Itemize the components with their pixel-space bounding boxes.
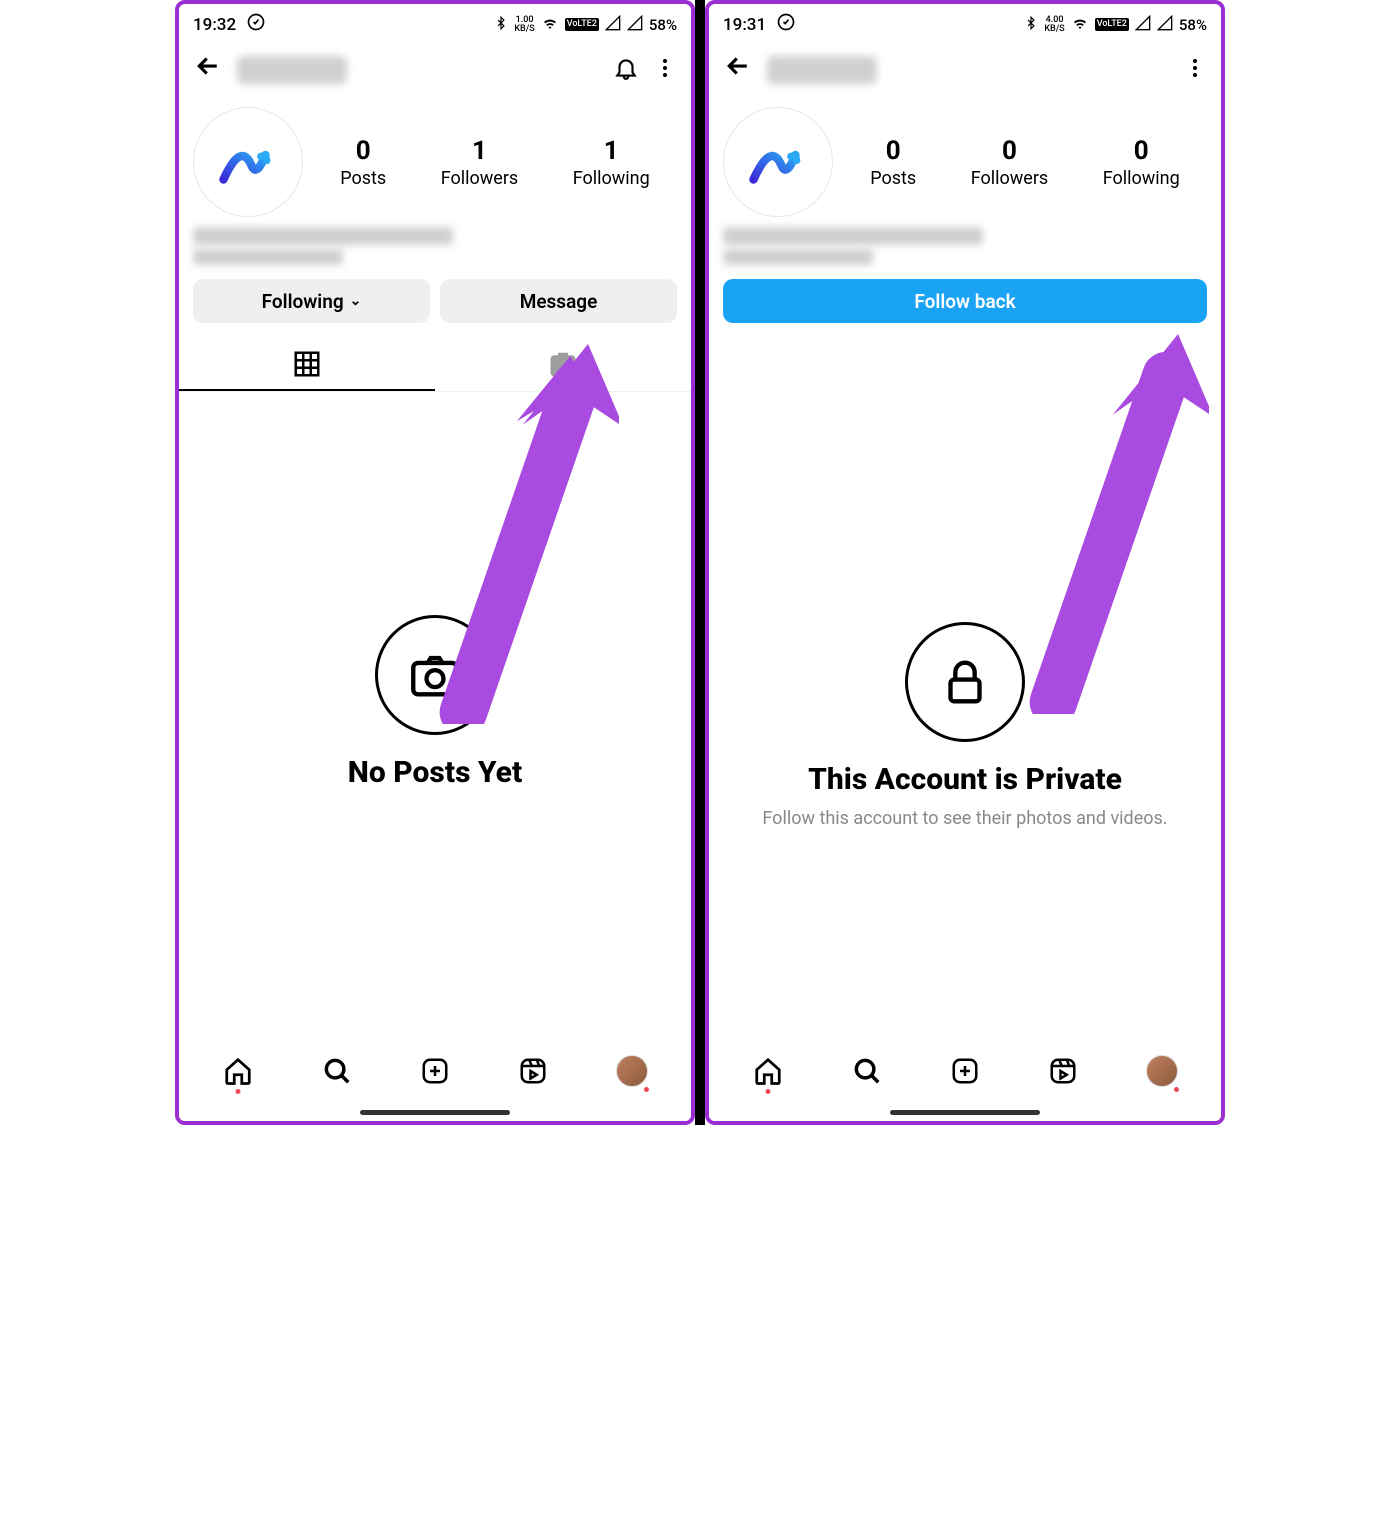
- bottom-nav: [179, 1039, 691, 1121]
- lte-badge: VoLTE2: [565, 18, 599, 31]
- camera-icon: [375, 615, 495, 735]
- bluetooth-icon: [494, 14, 508, 36]
- home-indicator[interactable]: [890, 1110, 1040, 1115]
- private-subtitle: Follow this account to see their photos …: [762, 805, 1167, 832]
- tab-tagged[interactable]: [435, 337, 691, 391]
- profile-info-row: 0 Posts 1 Followers 1 Following: [179, 95, 691, 221]
- private-title: This Account is Private: [808, 762, 1122, 797]
- stat-following[interactable]: 0 Following: [1103, 136, 1180, 189]
- chevron-down-icon: ⌄: [350, 293, 362, 309]
- status-battery: 58%: [1179, 16, 1207, 34]
- notifications-button[interactable]: [613, 55, 639, 85]
- profile-tabs: [179, 337, 691, 392]
- nav-home[interactable]: [221, 1054, 255, 1088]
- profile-header: [709, 41, 1221, 95]
- username-redacted: [767, 56, 877, 84]
- profile-header: [179, 41, 691, 95]
- home-indicator[interactable]: [360, 1110, 510, 1115]
- nav-create[interactable]: [418, 1054, 452, 1088]
- wifi-icon: [1071, 14, 1089, 36]
- nav-reels[interactable]: [1046, 1054, 1080, 1088]
- username-redacted: [237, 56, 347, 84]
- lte-badge: VoLTE2: [1095, 18, 1129, 31]
- profile-info-row: 0 Posts 0 Followers 0 Following: [709, 95, 1221, 221]
- nav-profile[interactable]: [615, 1054, 649, 1088]
- more-options-button[interactable]: [1183, 56, 1207, 84]
- status-kbps: 1.00KB/S: [514, 16, 534, 34]
- status-kbps: 4.00KB/S: [1044, 16, 1064, 34]
- empty-title: No Posts Yet: [348, 755, 522, 790]
- bottom-nav: [709, 1039, 1221, 1121]
- signal-icon-2: [1157, 15, 1173, 35]
- back-button[interactable]: [193, 51, 223, 89]
- stat-posts[interactable]: 0 Posts: [340, 136, 386, 189]
- bio-redacted: [193, 227, 677, 265]
- empty-posts: No Posts Yet: [179, 392, 691, 1121]
- nav-home[interactable]: [751, 1054, 785, 1088]
- private-account-notice: This Account is Private Follow this acco…: [709, 323, 1221, 1121]
- phone-left: 19:32 1.00KB/S VoLTE2 58%: [175, 0, 695, 1125]
- stat-followers[interactable]: 1 Followers: [441, 136, 519, 189]
- nav-create[interactable]: [948, 1054, 982, 1088]
- stat-posts[interactable]: 0 Posts: [870, 136, 916, 189]
- message-button[interactable]: Message: [440, 279, 677, 323]
- back-button[interactable]: [723, 51, 753, 89]
- nav-search[interactable]: [320, 1054, 354, 1088]
- signal-icon-2: [627, 15, 643, 35]
- status-app-icon: [776, 12, 796, 37]
- more-options-button[interactable]: [653, 56, 677, 84]
- bio-redacted: [723, 227, 1207, 265]
- signal-icon-1: [1135, 15, 1151, 35]
- status-bar: 19:32 1.00KB/S VoLTE2 58%: [179, 4, 691, 41]
- nav-search[interactable]: [850, 1054, 884, 1088]
- nav-reels[interactable]: [516, 1054, 550, 1088]
- signal-icon-1: [605, 15, 621, 35]
- profile-avatar[interactable]: [723, 107, 833, 217]
- status-time: 19:31: [723, 15, 766, 35]
- following-button[interactable]: Following⌄: [193, 279, 430, 323]
- nav-profile[interactable]: [1145, 1054, 1179, 1088]
- status-time: 19:32: [193, 15, 236, 35]
- lock-icon: [905, 622, 1025, 742]
- status-bar: 19:31 4.00KB/S VoLTE2 58%: [709, 4, 1221, 41]
- profile-avatar[interactable]: [193, 107, 303, 217]
- phone-right: 19:31 4.00KB/S VoLTE2 58%: [705, 0, 1225, 1125]
- status-battery: 58%: [649, 16, 677, 34]
- tab-grid[interactable]: [179, 337, 435, 391]
- follow-back-button[interactable]: Follow back: [723, 279, 1207, 323]
- wifi-icon: [541, 14, 559, 36]
- bluetooth-icon: [1024, 14, 1038, 36]
- status-app-icon: [246, 12, 266, 37]
- stat-followers[interactable]: 0 Followers: [971, 136, 1049, 189]
- stat-following[interactable]: 1 Following: [573, 136, 650, 189]
